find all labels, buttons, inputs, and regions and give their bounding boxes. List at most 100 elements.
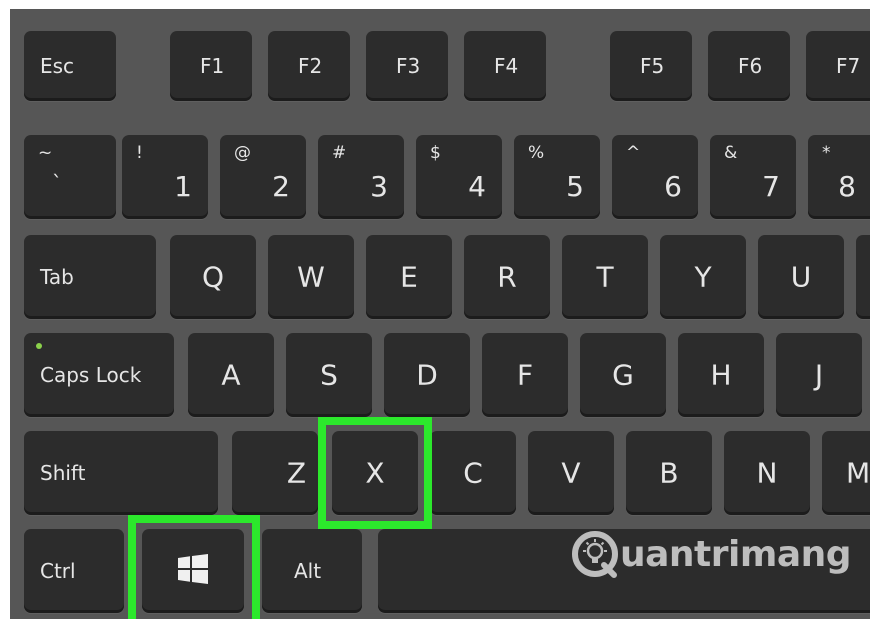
f1-key[interactable]: F1 xyxy=(170,31,252,101)
backtick-symbol: ` xyxy=(52,171,62,195)
key-w-label: W xyxy=(297,260,325,294)
key-b-label: B xyxy=(659,456,679,490)
key-e-label: E xyxy=(400,260,418,294)
f5-key[interactable]: F5 xyxy=(610,31,692,101)
ctrl-key[interactable]: Ctrl xyxy=(24,529,124,613)
watermark: uantrimang xyxy=(570,529,852,579)
key-q-label: Q xyxy=(201,260,225,294)
key-a[interactable]: A xyxy=(188,333,274,417)
highlight-windows-frame xyxy=(128,515,260,619)
key-b[interactable]: B xyxy=(626,431,712,515)
key-1-shift: ! xyxy=(136,143,143,163)
key-d[interactable]: D xyxy=(384,333,470,417)
tab-label: Tab xyxy=(40,265,74,289)
key-m[interactable]: M xyxy=(822,431,870,515)
tab-key[interactable]: Tab xyxy=(24,235,156,319)
key-1[interactable]: ! 1 xyxy=(122,135,208,219)
key-w[interactable]: W xyxy=(268,235,354,319)
key-5[interactable]: % 5 xyxy=(514,135,600,219)
esc-label: Esc xyxy=(40,54,75,78)
key-j[interactable]: J xyxy=(776,333,862,417)
key-4-shift: $ xyxy=(430,143,441,163)
key-y-label: Y xyxy=(694,260,712,294)
key-e[interactable]: E xyxy=(366,235,452,319)
esc-key[interactable]: Esc xyxy=(24,31,116,101)
f6-label: F6 xyxy=(738,54,763,78)
caps-lock-indicator-icon xyxy=(36,343,42,349)
key-2-shift: @ xyxy=(234,143,251,163)
key-t[interactable]: T xyxy=(562,235,648,319)
f6-key[interactable]: F6 xyxy=(708,31,790,101)
key-3[interactable]: #3 xyxy=(318,135,404,219)
key-2[interactable]: @2 xyxy=(220,135,306,219)
key-8-shift: * xyxy=(822,143,831,163)
f7-label: F7 xyxy=(836,54,861,78)
f1-label: F1 xyxy=(200,54,225,78)
key-5-shift: % xyxy=(528,143,545,163)
key-j-label: J xyxy=(814,358,824,392)
key-t-label: T xyxy=(596,260,614,294)
watermark-logo-icon xyxy=(572,531,618,578)
key-h[interactable]: H xyxy=(678,333,764,417)
f4-label: F4 xyxy=(494,54,519,78)
key-r[interactable]: R xyxy=(464,235,550,319)
tilde-key[interactable]: ~ ` xyxy=(24,135,116,219)
key-u-label: U xyxy=(790,260,812,294)
alt-label: Alt xyxy=(294,559,322,583)
key-7[interactable]: & 7 xyxy=(710,135,796,219)
highlight-x-frame xyxy=(318,417,432,529)
key-g-label: G xyxy=(612,358,634,392)
key-a-label: A xyxy=(221,358,241,392)
f4-key[interactable]: F4 xyxy=(464,31,546,101)
key-7-shift: & xyxy=(724,143,738,163)
key-r-label: R xyxy=(497,260,517,294)
key-g[interactable]: G xyxy=(580,333,666,417)
key-3-shift: # xyxy=(332,143,347,163)
key-n[interactable]: N xyxy=(724,431,810,515)
key-v[interactable]: V xyxy=(528,431,614,515)
key-i-partial[interactable] xyxy=(856,235,870,319)
caps-lock-key[interactable]: Caps Lock xyxy=(24,333,174,417)
key-c[interactable]: C xyxy=(430,431,516,515)
keyboard: Esc F1 F2 F3 F4 F5 F6 F7 ~ ` ! 1 @2 #3 $4… xyxy=(10,9,870,619)
key-f[interactable]: F xyxy=(482,333,568,417)
watermark-text: uantrimang xyxy=(620,533,852,575)
shift-key[interactable]: Shift xyxy=(24,431,218,515)
caps-lock-label: Caps Lock xyxy=(40,363,142,387)
alt-key[interactable]: Alt xyxy=(262,529,362,613)
key-h-label: H xyxy=(710,358,732,392)
key-u[interactable]: U xyxy=(758,235,844,319)
key-7-label: 7 xyxy=(762,170,780,203)
f2-key[interactable]: F2 xyxy=(268,31,350,101)
f2-label: F2 xyxy=(298,54,323,78)
key-v-label: V xyxy=(561,456,581,490)
key-c-label: C xyxy=(463,456,483,490)
key-d-label: D xyxy=(416,358,438,392)
key-6-shift: ^ xyxy=(626,143,641,163)
key-6-label: 6 xyxy=(664,170,682,203)
key-8[interactable]: * 8 xyxy=(808,135,870,219)
key-n-label: N xyxy=(756,456,778,490)
ctrl-label: Ctrl xyxy=(40,559,76,583)
key-f-label: F xyxy=(516,358,534,392)
key-y[interactable]: Y xyxy=(660,235,746,319)
key-s[interactable]: S xyxy=(286,333,372,417)
f7-key[interactable]: F7 xyxy=(806,31,870,101)
f5-label: F5 xyxy=(640,54,665,78)
key-4-label: 4 xyxy=(468,170,486,203)
key-1-label: 1 xyxy=(174,170,192,203)
key-s-label: S xyxy=(320,358,338,392)
key-6[interactable]: ^ 6 xyxy=(612,135,698,219)
tilde-symbol: ~ xyxy=(38,143,53,163)
key-3-label: 3 xyxy=(370,170,388,203)
f3-key[interactable]: F3 xyxy=(366,31,448,101)
key-4[interactable]: $4 xyxy=(416,135,502,219)
f3-label: F3 xyxy=(396,54,421,78)
key-q[interactable]: Q xyxy=(170,235,256,319)
key-8-label: 8 xyxy=(838,170,856,203)
key-5-label: 5 xyxy=(566,170,584,203)
key-z-label: Z xyxy=(286,456,306,490)
key-z[interactable]: Z xyxy=(232,431,318,515)
key-m-label: M xyxy=(846,456,870,490)
shift-label: Shift xyxy=(40,461,86,485)
